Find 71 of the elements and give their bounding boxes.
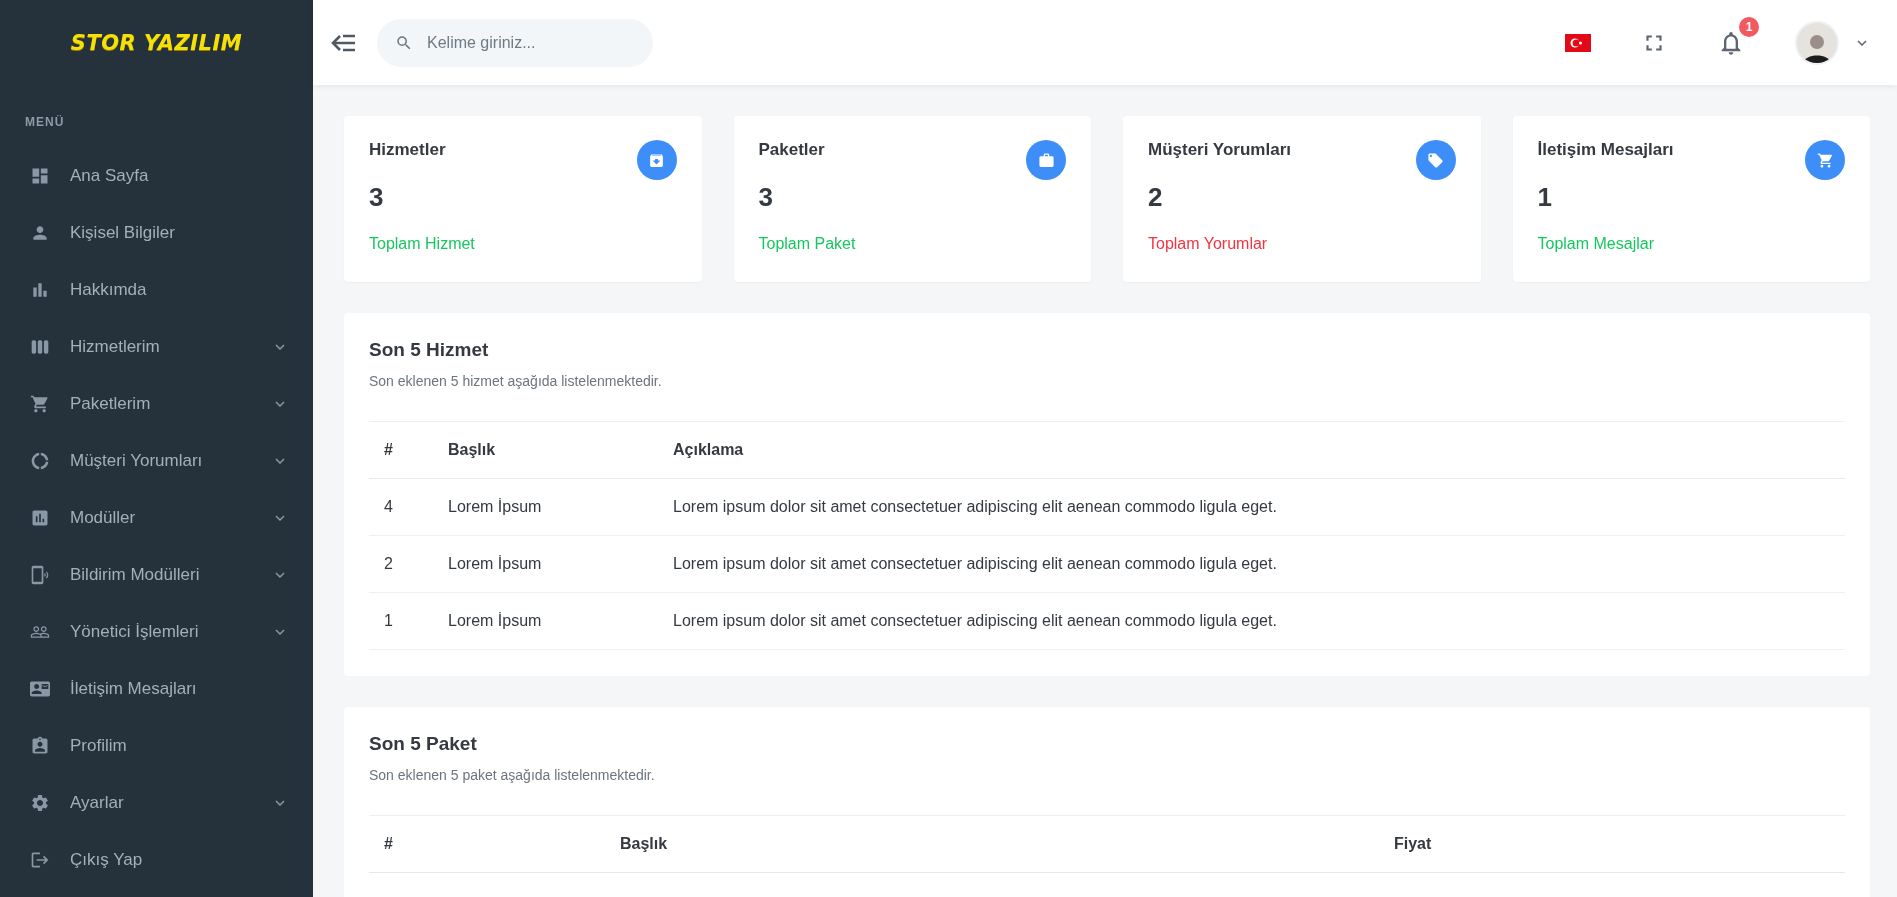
stat-value: 3	[369, 182, 385, 213]
stat-title: Müşteri Yorumları	[1148, 140, 1291, 160]
avatar-icon	[1795, 20, 1839, 65]
sidebar-item[interactable]: Çıkış Yap	[0, 831, 313, 888]
stat-value: 3	[758, 182, 774, 213]
sidebar-item[interactable]: Bildirim Modülleri	[0, 546, 313, 603]
collapse-menu-button[interactable]	[331, 32, 357, 53]
stat-value: 1	[1537, 182, 1553, 213]
column-header: Açıklama	[658, 421, 1845, 479]
profile-card-icon	[30, 735, 50, 756]
cart-icon	[1805, 140, 1845, 180]
table-cell: 4	[369, 478, 433, 536]
sidebar-item[interactable]: Hakkımda	[0, 261, 313, 318]
archive-icon	[636, 140, 677, 180]
user-menu-button[interactable]	[1795, 20, 1867, 65]
cart-icon	[30, 393, 50, 414]
sidebar-item[interactable]: Müşteri Yorumları	[0, 432, 313, 489]
stat-title: Paketler	[758, 140, 826, 160]
sidebar-item[interactable]: Kişisel Bilgiler	[0, 204, 313, 261]
table-cell: Lorem İpsum	[433, 592, 658, 650]
search-icon	[395, 33, 413, 52]
settings-icon	[30, 792, 50, 813]
stat-caption: Toplam Yorumlar	[1148, 235, 1269, 253]
column-header: #	[369, 815, 605, 873]
panel-subtitle: Son eklenen 5 paket aşağıda listelenmektedir.	[369, 767, 656, 783]
table-cell: Lorem İpsum	[433, 535, 658, 593]
notification-badge: 1	[1739, 16, 1759, 37]
sidebar-item[interactable]: Ayarlar	[0, 774, 313, 831]
stat-caption: Toplam Paket	[758, 235, 856, 253]
brand-logo[interactable]: STOR YAZILIM	[70, 30, 243, 55]
phone-icon	[30, 564, 50, 585]
chevron-down-icon	[275, 799, 285, 806]
stat-caption: Toplam Mesajlar	[1537, 235, 1655, 253]
table-cell: Lorem ipsum dolor sit amet consectetuer adipiscing elit aenean commodo ligula eget.	[658, 535, 1845, 593]
table-cell: 2	[369, 535, 433, 593]
table-cell: Lorem ipsum dolor sit amet consectetuer adipiscing elit aenean commodo ligula eget.	[658, 592, 1845, 650]
column-header: Başlık	[605, 815, 1379, 873]
chevron-down-icon	[275, 571, 285, 578]
search-field[interactable]: Kelime giriniz...	[377, 18, 653, 67]
sidebar-item[interactable]: Modüller	[0, 489, 313, 546]
chevron-down-icon	[275, 514, 285, 521]
stat-value: 2	[1148, 182, 1164, 213]
donut-icon	[30, 450, 50, 471]
chevron-down-icon	[1857, 39, 1867, 46]
chevron-down-icon	[275, 457, 285, 464]
stat-title: İletişim Mesajları	[1537, 140, 1674, 160]
sidebar-item[interactable]: Hizmetlerim	[0, 318, 313, 375]
sidebar-item[interactable]: Yönetici İşlemleri	[0, 603, 313, 660]
sidebar-item[interactable]: İletişim Mesajları	[0, 660, 313, 717]
table-cell: Lorem ipsum dolor sit amet consectetuer adipiscing elit aenean commodo ligula eget.	[658, 478, 1845, 536]
chevron-down-icon	[275, 628, 285, 635]
sidebar-item[interactable]: Ana Sayfa	[0, 147, 313, 204]
sidebar-item[interactable]: Paketlerim	[0, 375, 313, 432]
menu-heading: MENÜ	[24, 114, 66, 131]
stat-title: Hizmetler	[369, 140, 447, 160]
panel-title: Son 5 Paket	[369, 733, 478, 755]
column-header: #	[369, 421, 433, 479]
language-flag-button[interactable]	[1565, 33, 1591, 52]
panel-subtitle: Son eklenen 5 hizmet aşağıda listelenmektedir.	[369, 373, 663, 389]
chevron-down-icon	[275, 400, 285, 407]
sidebar-item[interactable]: Profilim	[0, 717, 313, 774]
column-header: Fiyat	[1379, 815, 1845, 873]
notifications-button[interactable]: 1	[1717, 16, 1759, 57]
tag-icon	[1415, 140, 1456, 180]
table-cell: Lorem İpsum	[433, 478, 658, 536]
table-cell: 1	[369, 592, 433, 650]
column-header: Başlık	[433, 421, 658, 479]
chevron-down-icon	[275, 343, 285, 350]
panel-title: Son 5 Hizmet	[369, 339, 490, 361]
briefcase-icon	[1026, 140, 1066, 180]
stat-caption: Toplam Hizmet	[369, 235, 475, 253]
